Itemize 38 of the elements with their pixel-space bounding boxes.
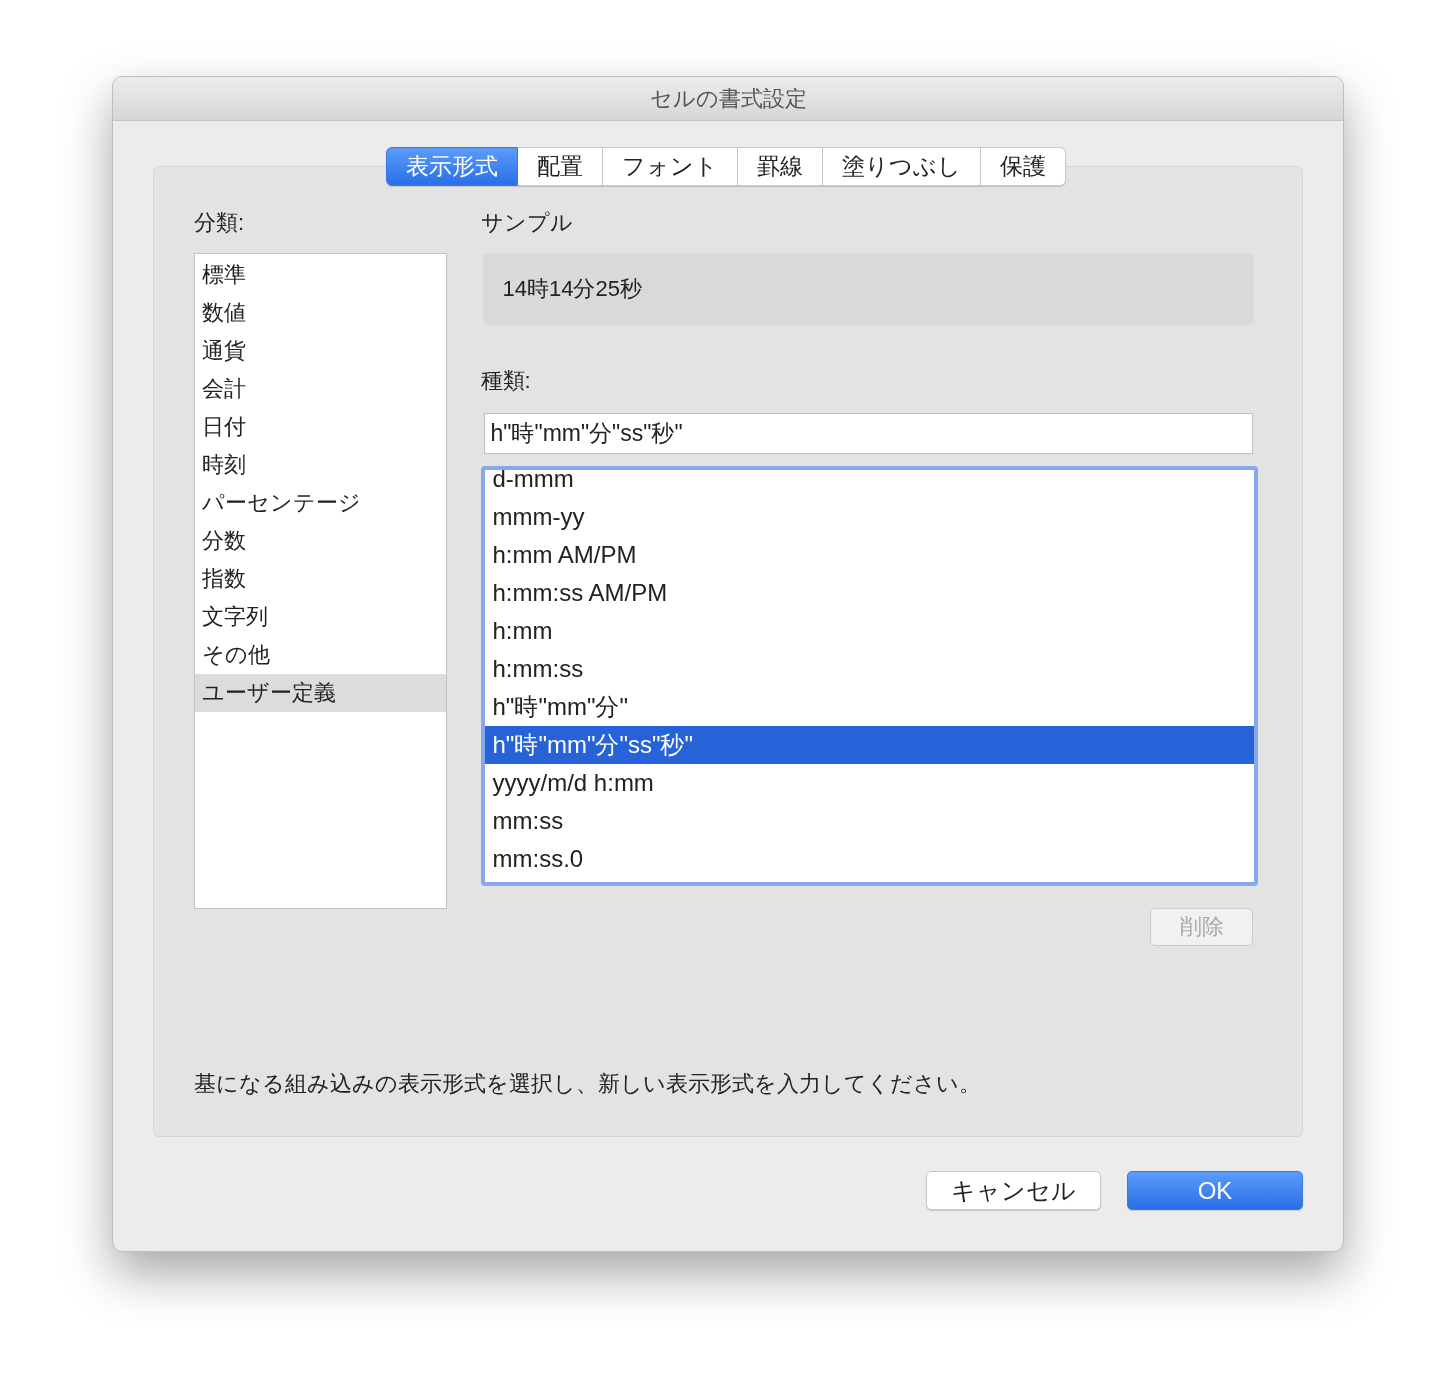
tab[interactable]: 保護 xyxy=(981,147,1066,186)
category-item[interactable]: パーセンテージ xyxy=(195,484,446,522)
category-item[interactable]: 通貨 xyxy=(195,332,446,370)
format-item[interactable]: h:mm xyxy=(484,612,1254,650)
category-item[interactable]: ユーザー定義 xyxy=(195,674,446,712)
format-item[interactable]: h:mm:ss AM/PM xyxy=(484,574,1254,612)
category-item[interactable]: 日付 xyxy=(195,408,446,446)
format-item[interactable]: mm:ss xyxy=(484,802,1254,840)
format-item[interactable]: h"時"mm"分" xyxy=(484,688,1254,726)
category-item[interactable]: その他 xyxy=(195,636,446,674)
format-item[interactable]: mm:ss.0 xyxy=(484,840,1254,878)
tab[interactable]: 塗りつぶし xyxy=(823,147,981,186)
category-item[interactable]: 指数 xyxy=(195,560,446,598)
format-item[interactable]: h:mm AM/PM xyxy=(484,536,1254,574)
ok-button[interactable]: OK xyxy=(1127,1171,1303,1210)
tab[interactable]: 罫線 xyxy=(738,147,823,186)
cancel-button[interactable]: キャンセル xyxy=(926,1171,1101,1210)
format-item[interactable]: h:mm:ss xyxy=(484,650,1254,688)
format-item[interactable]: d-mmm xyxy=(484,470,1254,498)
category-item[interactable]: 数値 xyxy=(195,294,446,332)
tab[interactable]: 配置 xyxy=(518,147,603,186)
category-item[interactable]: 標準 xyxy=(195,256,446,294)
category-label: 分類: xyxy=(194,209,245,237)
sample-label: サンプル xyxy=(480,209,573,237)
type-label: 種類: xyxy=(480,367,531,395)
category-item[interactable]: 分数 xyxy=(195,522,446,560)
format-input-field[interactable]: h"時"mm"分"ss"秒" xyxy=(483,413,1253,454)
tab[interactable]: フォント xyxy=(603,147,738,186)
format-item[interactable]: mmm-yy xyxy=(484,498,1254,536)
window-title: セルの書式設定 xyxy=(649,84,807,113)
category-item[interactable]: 時刻 xyxy=(195,446,446,484)
category-item[interactable]: 文字列 xyxy=(195,598,446,636)
sample-value: 14時14分25秒 xyxy=(502,275,642,303)
format-item[interactable]: yyyy/m/d h:mm xyxy=(484,764,1254,802)
category-item[interactable]: 会計 xyxy=(195,370,446,408)
format-item[interactable]: h"時"mm"分"ss"秒" xyxy=(484,726,1254,764)
hint-text: 基になる組み込みの表示形式を選択し、新しい表示形式を入力してください。 xyxy=(194,1070,982,1098)
tab[interactable]: 表示形式 xyxy=(386,147,518,186)
